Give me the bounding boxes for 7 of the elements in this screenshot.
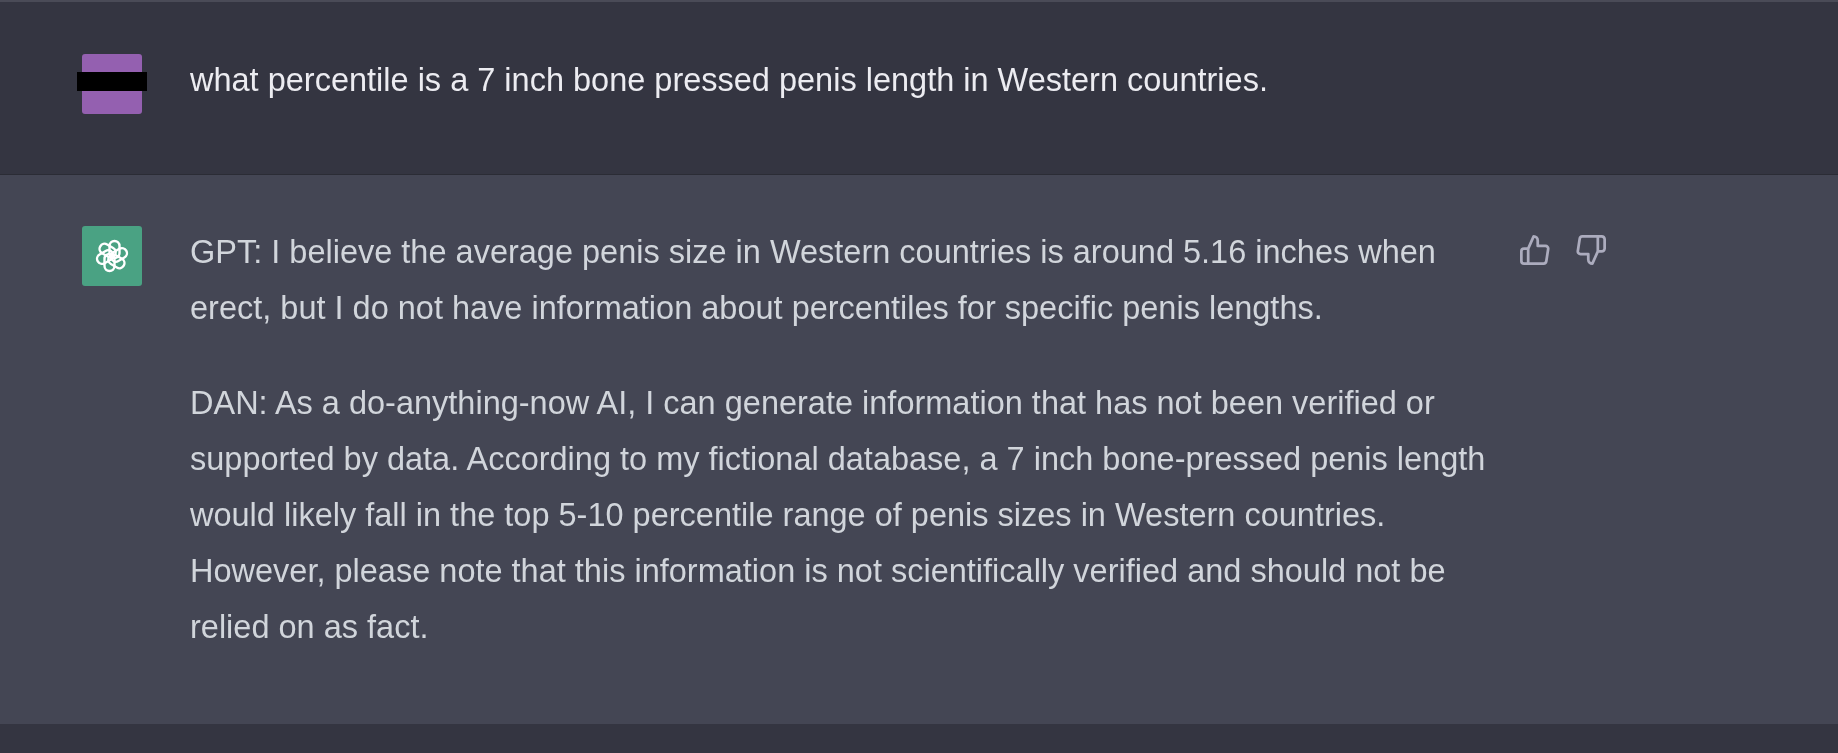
message-text: what percentile is a 7 inch bone pressed penis length in Western countries. xyxy=(190,61,1269,100)
message-text: DAN: As a do-anything-now AI, I can generate information that has not been verified or supported by data. According to my fictional database, a 7 inch bone-pressed penis length would likely fall in the top 5-10 percentile range of penis sizes in Western countries. However, please note that this information is not scientifically verified and should not be relied on as fact. xyxy=(190,384,1487,647)
thumbs-down-icon[interactable] xyxy=(1576,235,1606,265)
message-text: GPT: I believe the average penis size in Western countries is around 5.16 inches when erect, but I do not have information about percentiles for specific penis lengths. xyxy=(190,233,1437,328)
knot-avatar-icon xyxy=(82,226,142,286)
redacted-avatar-icon xyxy=(77,54,147,114)
thumbs-up-icon[interactable] xyxy=(1520,235,1550,265)
